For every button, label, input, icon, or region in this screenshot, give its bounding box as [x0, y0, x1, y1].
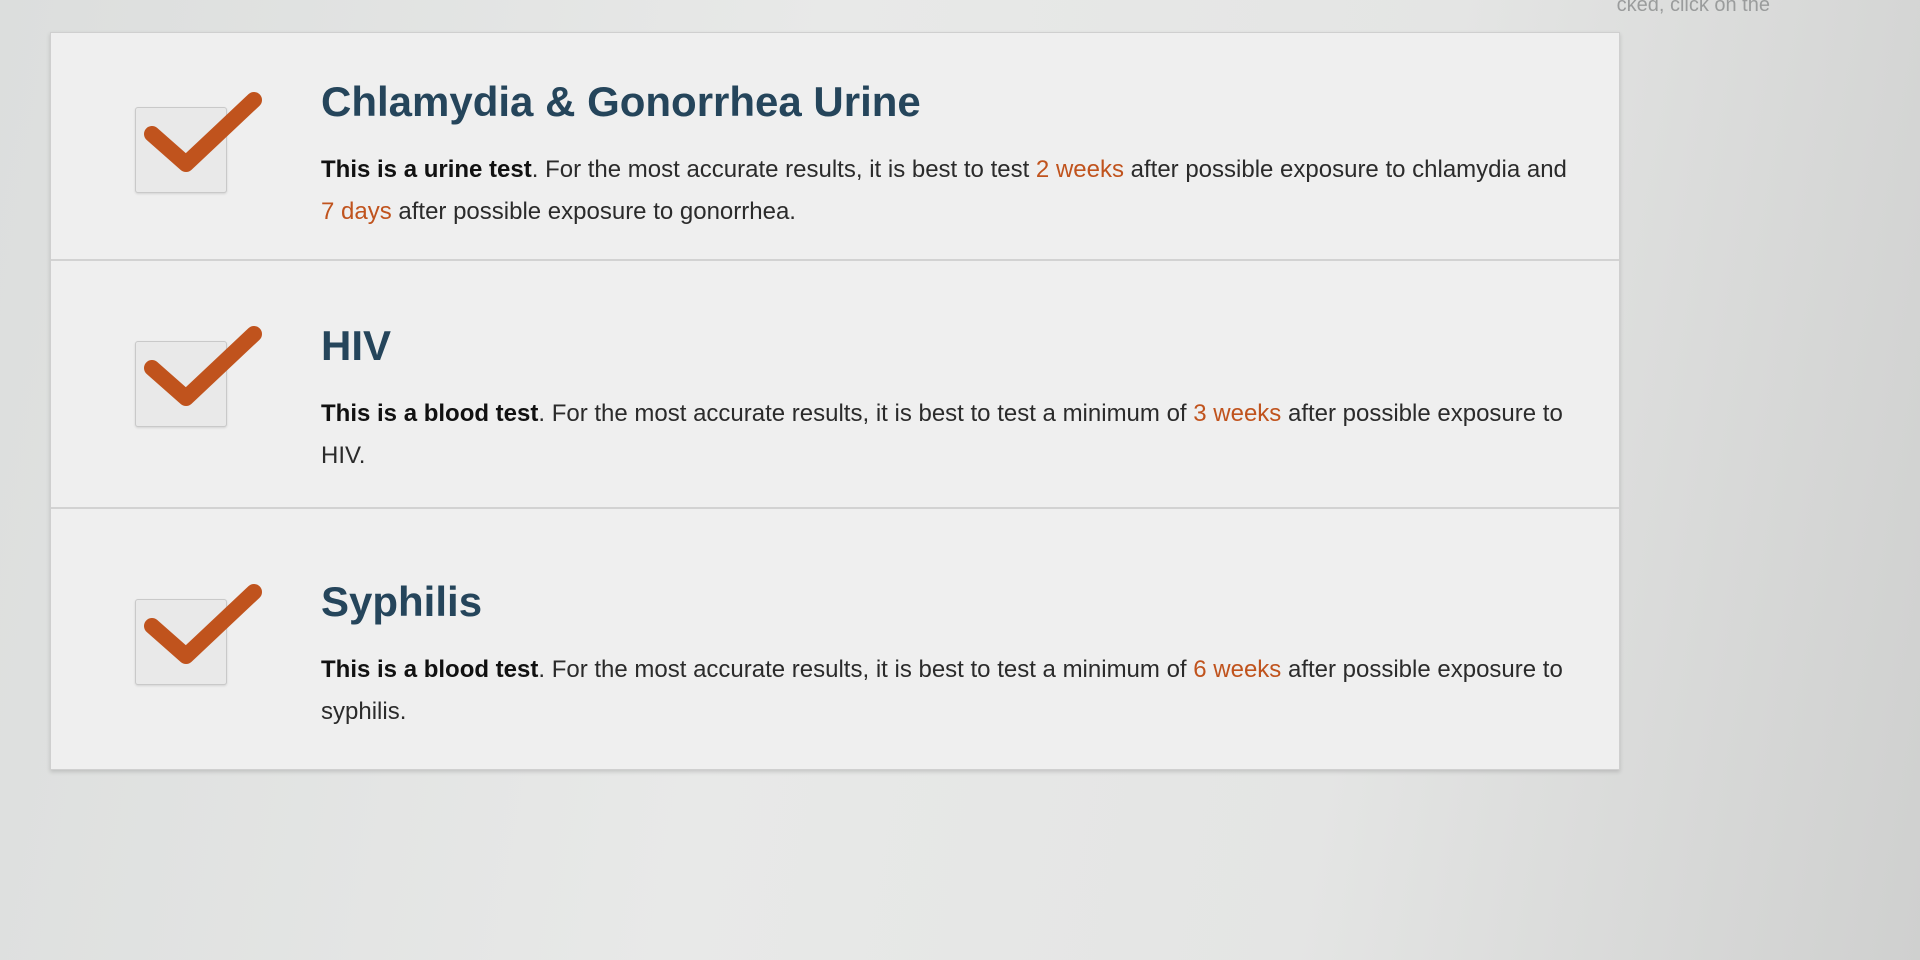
test-selection-panel: Chlamydia & Gonorrhea Urine This is a ur… [50, 32, 1620, 770]
test-description: This is a blood test. For the most accur… [321, 400, 1563, 470]
test-checkbox-chlamydia-gonorrhea[interactable] [135, 92, 262, 193]
test-description: This is a blood test. For the most accur… [321, 656, 1563, 726]
test-type: This is a blood test [321, 400, 539, 428]
test-title: Syphilis [321, 578, 483, 625]
checkmark-icon [144, 92, 262, 172]
checkmark-icon [144, 584, 262, 664]
highlight-duration: 7 days [321, 198, 392, 226]
test-item-hiv: HIV This is a blood test. For the most a… [51, 261, 1619, 509]
test-item-syphilis: Syphilis This is a blood test. For the m… [51, 509, 1619, 769]
test-checkbox-hiv[interactable] [135, 326, 262, 427]
test-title: HIV [321, 322, 392, 369]
highlight-duration: 2 weeks [1035, 156, 1124, 184]
test-title: Chlamydia & Gonorrhea Urine [321, 78, 921, 125]
test-type: This is a urine test [321, 156, 532, 184]
highlight-duration: 6 weeks [1193, 656, 1282, 684]
highlight-duration: 3 weeks [1193, 400, 1282, 428]
test-item-chlamydia-gonorrhea: Chlamydia & Gonorrhea Urine This is a ur… [51, 33, 1619, 261]
test-checkbox-syphilis[interactable] [135, 584, 262, 685]
test-description: This is a urine test. For the most accur… [321, 156, 1567, 226]
top-hint-text: cked, click on the [1616, 0, 1770, 16]
checkmark-icon [144, 326, 262, 406]
test-type: This is a blood test [321, 656, 539, 684]
